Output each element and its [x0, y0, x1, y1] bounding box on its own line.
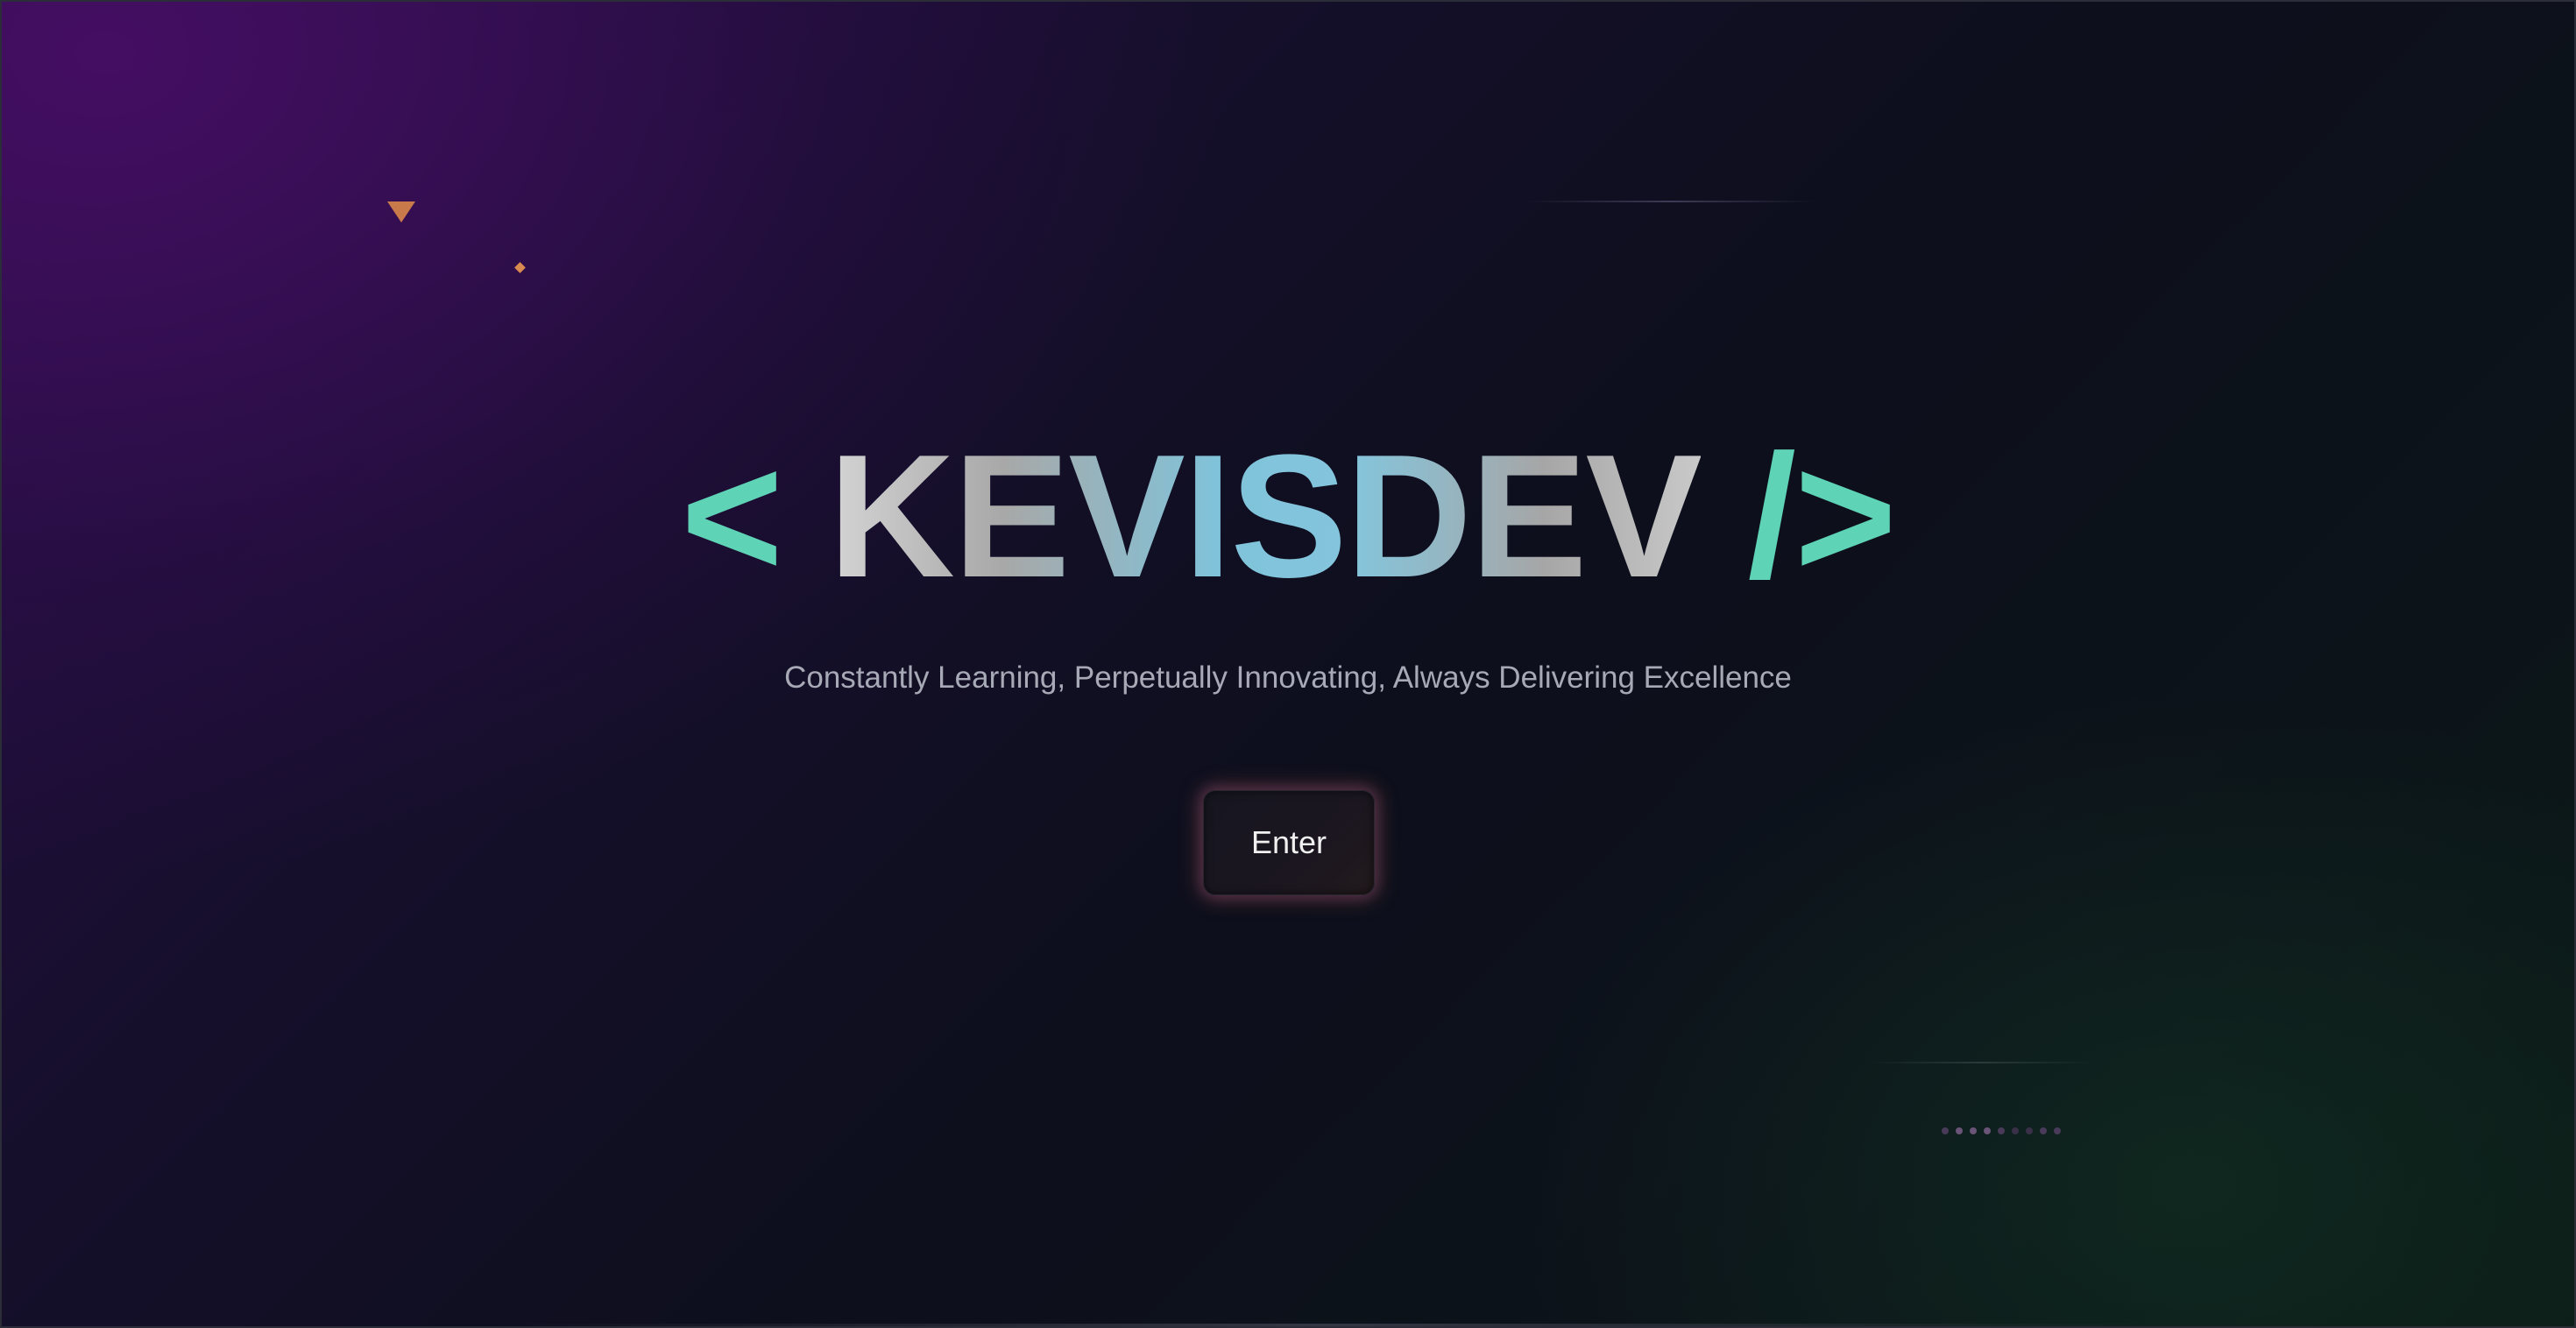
logo-open-bracket: <	[681, 419, 829, 614]
logo-close-bracket: />	[1700, 419, 1897, 614]
landing-page: < KEVISDEV /> Constantly Learning, Perpe…	[0, 0, 2576, 1328]
enter-button[interactable]: Enter	[1203, 790, 1375, 895]
bottom-edge-highlight	[492, 1324, 2157, 1326]
site-logo: < KEVISDEV />	[2, 429, 2574, 604]
hero-section: < KEVISDEV /> Constantly Learning, Perpe…	[2, 2, 2574, 1326]
tagline: Constantly Learning, Perpetually Innovat…	[784, 660, 1792, 695]
logo-brand-name: KEVISDEV	[828, 419, 1702, 614]
